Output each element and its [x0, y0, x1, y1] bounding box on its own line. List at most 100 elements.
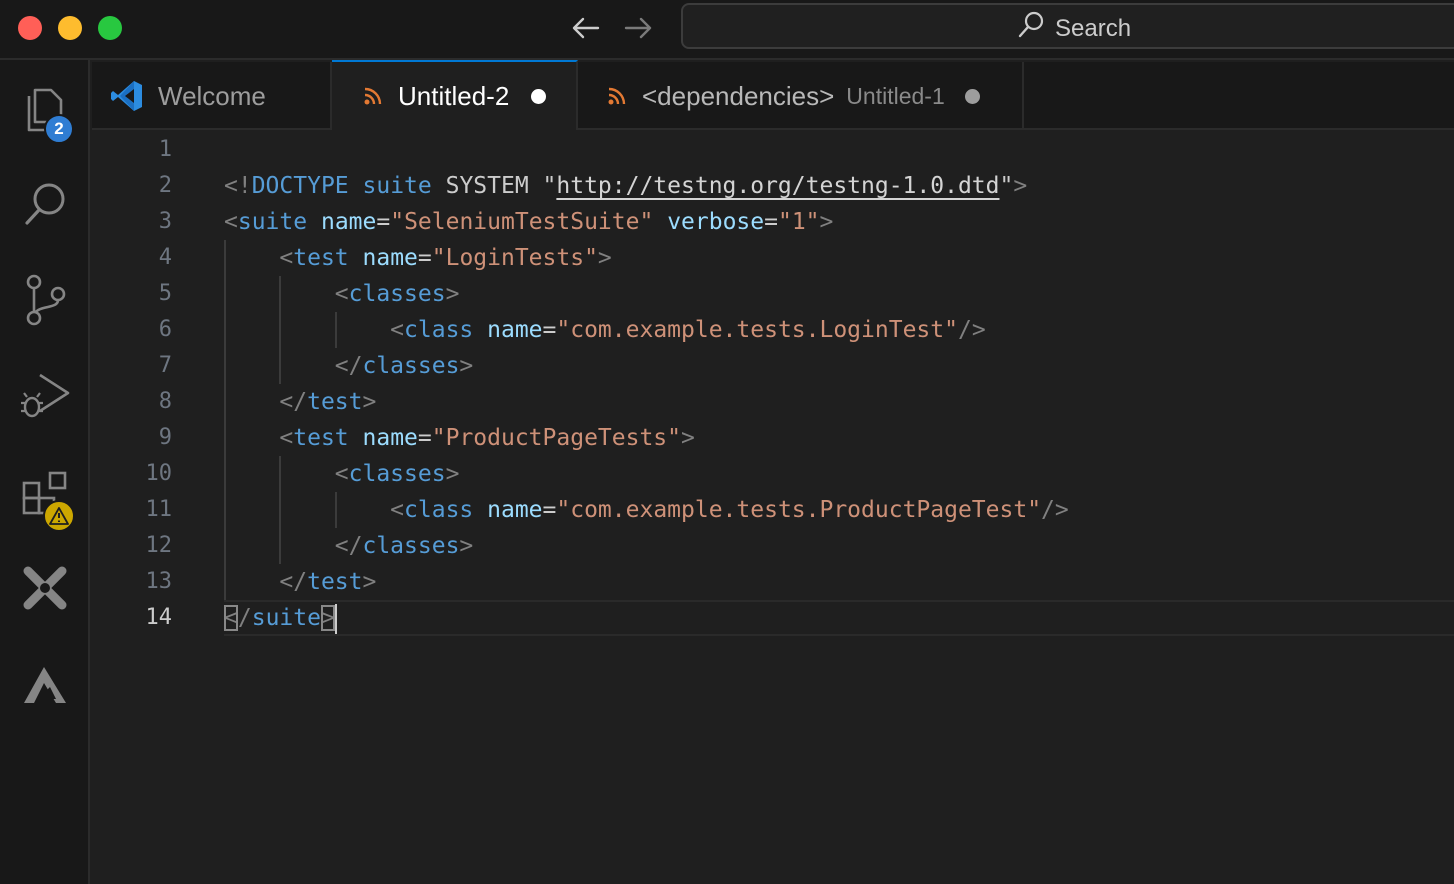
line-number: 8: [158, 389, 172, 414]
code-token: />: [1041, 497, 1069, 523]
code-token: >: [1013, 173, 1028, 199]
title-bar: Search: [0, 0, 1454, 60]
code-token: =: [764, 209, 778, 235]
command-center-search[interactable]: Search: [681, 3, 1454, 49]
unsaved-dot-icon[interactable]: [531, 88, 547, 104]
code-token: >: [681, 425, 695, 451]
code-token: </: [334, 353, 363, 379]
activity-source-control[interactable]: [17, 274, 73, 330]
code-token: "com.example.tests.LoginTest": [556, 317, 958, 343]
code-token: name: [320, 209, 377, 235]
line-number: 11: [145, 497, 173, 522]
code-token: /: [237, 605, 252, 631]
code-token: classes: [362, 533, 460, 559]
code-line: <class name="com.example.tests.ProductPa…: [224, 492, 1069, 528]
line-number: 13: [145, 569, 173, 594]
activity-a-tool[interactable]: [17, 658, 73, 714]
maximize-window-button[interactable]: [98, 16, 122, 40]
line-number: 1: [158, 137, 172, 162]
code-token: >: [459, 353, 474, 379]
close-window-button[interactable]: [18, 16, 42, 40]
rss-icon: [608, 87, 626, 105]
code-token: =: [417, 245, 432, 271]
code-token: SYSTEM ": [431, 173, 557, 199]
tab-label: Untitled-2: [398, 80, 510, 111]
activity-explorer[interactable]: 2: [17, 82, 74, 144]
code-line: </suite>: [224, 600, 337, 636]
tab-label: <dependencies>: [642, 80, 835, 111]
code-token: >: [362, 389, 377, 415]
code-token: ": [999, 173, 1014, 199]
code-token: <: [334, 461, 349, 487]
minimize-window-button[interactable]: [58, 16, 82, 40]
code-token: >: [597, 245, 612, 271]
code-token: >: [459, 533, 474, 559]
code-line: <!DOCTYPE suite SYSTEM "http://testng.or…: [224, 168, 1027, 204]
code-token: "ProductPageTests": [431, 425, 681, 451]
line-number: 5: [158, 281, 172, 306]
rss-icon: [364, 87, 382, 105]
code-token: >: [362, 569, 377, 595]
code-editor[interactable]: 1 2 3 4 5 6 7 8 9 10 11 12 13 14 <!DOCTYPE suite SYST…: [92, 132, 1454, 884]
code-token: <: [390, 317, 405, 343]
code-token: "1": [777, 209, 820, 235]
activity-run-debug[interactable]: [17, 370, 73, 426]
a-tool-icon: [20, 659, 70, 713]
code-token: </: [279, 389, 308, 415]
explorer-badge: 2: [44, 114, 74, 144]
tab-welcome[interactable]: Welcome: [92, 62, 332, 130]
code-token: =: [417, 425, 432, 451]
activity-bar: 2: [0, 60, 90, 884]
matching-bracket: >: [320, 605, 335, 631]
code-token: name: [487, 497, 543, 523]
code-token: <: [390, 497, 405, 523]
tab-untitled-2[interactable]: Untitled-2: [332, 60, 578, 130]
back-arrow-icon[interactable]: [566, 10, 606, 46]
matching-bracket: <: [224, 605, 238, 631]
code-token: <: [279, 245, 294, 271]
code-token: suite: [251, 605, 321, 631]
code-token: classes: [362, 353, 460, 379]
code-token: classes: [348, 281, 446, 307]
code-line: <suite name="SeleniumTestSuite" verbose=…: [224, 204, 833, 240]
code-token: =: [376, 209, 391, 235]
code-token: </: [334, 533, 363, 559]
vscode-logo-icon: [110, 79, 144, 113]
text-cursor: [334, 603, 337, 634]
tab-dependencies[interactable]: <dependencies> Untitled-1: [578, 62, 1024, 130]
forward-arrow-icon[interactable]: [618, 10, 658, 46]
code-token: "SeleniumTestSuite": [390, 209, 654, 235]
code-token: DOCTYPE: [251, 173, 349, 199]
code-token: =: [542, 497, 557, 523]
activity-search[interactable]: [17, 178, 73, 234]
code-token: name: [362, 425, 418, 451]
tab-sublabel: Untitled-1: [846, 82, 945, 109]
code-line: <classes>: [224, 456, 460, 492]
activity-extensions[interactable]: [17, 468, 75, 532]
code-line: <test name="LoginTests">: [224, 240, 612, 276]
code-token: test: [307, 389, 363, 415]
code-line: </classes>: [224, 528, 474, 564]
activity-x-tool[interactable]: [17, 562, 73, 618]
code-token: class: [404, 497, 474, 523]
code-line: </test>: [224, 564, 376, 600]
line-number: 2: [158, 173, 172, 198]
unsaved-dot-icon[interactable]: [964, 88, 980, 104]
code-token: <: [334, 281, 349, 307]
editor-tab-bar: Welcome Untitled-2 <dependencies> Untitl…: [92, 60, 1454, 130]
code-token: >: [819, 209, 834, 235]
code-token: suite: [362, 173, 432, 199]
search-icon: [20, 179, 70, 233]
